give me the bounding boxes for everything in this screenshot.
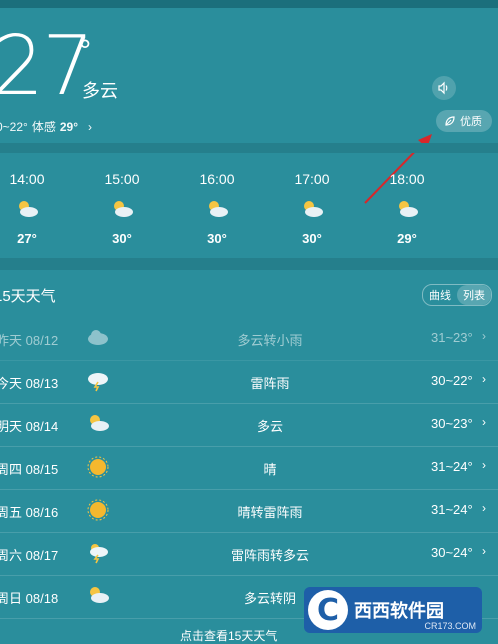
forecast-day: 明天 08/14 (0, 419, 59, 434)
view-toggle[interactable]: 曲线 列表 (422, 284, 492, 306)
forecast-range: 30~24° (431, 545, 473, 560)
hour-time: 15:00 (104, 171, 140, 187)
cloudy-icon (86, 327, 110, 350)
hour-temp: 29° (397, 231, 417, 246)
hour-time: 18:00 (389, 171, 425, 187)
section-divider (0, 258, 498, 270)
forecast-condition: 多云转小雨 (237, 333, 303, 348)
hour-temp: 30° (112, 231, 132, 246)
forecast-range: 31~24° (431, 459, 473, 474)
forecast-title: 15天天气 (0, 288, 56, 305)
toggle-list[interactable]: 列表 (457, 285, 491, 305)
top-bar (0, 0, 498, 8)
hour-temp: 30° (207, 231, 227, 246)
forecast-day: 昨天 08/12 (0, 333, 59, 348)
forecast-range: 30~22° (431, 373, 473, 388)
hour-time: 16:00 (199, 171, 235, 187)
forecast-range: 31~23° (431, 330, 473, 345)
hour-time: 14:00 (9, 171, 45, 187)
forecast-row[interactable]: 昨天 08/12 多云转小雨 31~23° › (0, 317, 498, 361)
forecast-condition: 晴转雷阵雨 (237, 505, 303, 520)
hourly-forecast[interactable]: 14:00 27° 15:00 30° 16:00 30° 17:00 30° … (0, 153, 498, 258)
sun-icon (86, 499, 110, 524)
view-15-day-link[interactable]: 点击查看15天天气 (180, 627, 277, 644)
watermark-url: CR173.COM (424, 621, 476, 631)
section-divider (0, 143, 498, 153)
temperature-range: 0~22° (0, 119, 28, 134)
chevron-right-icon: › (482, 458, 486, 472)
forecast-condition: 雷阵雨 (250, 376, 290, 391)
leaf-icon (445, 116, 455, 126)
forecast-range: 30~23° (431, 416, 473, 431)
forecast-day: 周五 08/16 (0, 505, 59, 520)
watermark-text: 西西软件园 (354, 601, 444, 621)
watermark-logo: C 西西软件园 CR173.COM (304, 587, 482, 633)
forecast-day: 周日 08/18 (0, 591, 59, 606)
forecast-row[interactable]: 周五 08/16 晴转雷阵雨 31~24° › (0, 489, 498, 533)
forecast-day: 周四 08/15 (0, 462, 59, 477)
feels-like-value: 29° (59, 119, 78, 134)
speaker-icon (438, 81, 448, 95)
chevron-right-icon: › (482, 372, 486, 386)
cloudy-icon (86, 585, 110, 608)
thunderstorm-icon (86, 542, 110, 567)
hour-temp: 27° (17, 231, 37, 246)
forecast-range: 31~24° (431, 502, 473, 517)
toggle-curve[interactable]: 曲线 (423, 285, 457, 305)
watermark-c-logo: C (308, 590, 348, 630)
forecast-row[interactable]: 周六 08/17 雷阵雨转多云 30~24° › (0, 532, 498, 576)
cloudy-sun-icon (395, 199, 419, 224)
forecast-day: 今天 08/13 (0, 376, 59, 391)
speaker-button[interactable] (432, 76, 456, 100)
air-quality-label: 优质 (460, 116, 482, 128)
cloudy-sun-icon (300, 199, 324, 224)
forecast-row[interactable]: 周四 08/15 晴 31~24° › (0, 446, 498, 490)
chevron-right-icon: › (88, 119, 92, 134)
chevron-right-icon: › (482, 501, 486, 515)
forecast-row[interactable]: 明天 08/14 多云 30~23° › (0, 403, 498, 447)
cloudy-sun-icon (15, 199, 39, 224)
feels-like-label: 体感 (31, 120, 56, 134)
forecast-condition: 晴 (263, 462, 277, 477)
chevron-right-icon: › (482, 415, 486, 429)
forecast-day: 周六 08/17 (0, 548, 59, 563)
current-condition: 多云 (82, 81, 118, 101)
chevron-right-icon: › (482, 544, 486, 558)
temperature-range-row[interactable]: 0~22° 体感 29° › (0, 118, 92, 135)
chevron-right-icon: › (482, 329, 486, 343)
sun-icon (86, 456, 110, 481)
cloudy-sun-icon (110, 199, 134, 224)
thunderstorm-icon (86, 370, 110, 395)
forecast-row[interactable]: 今天 08/13 雷阵雨 30~22° › (0, 360, 498, 404)
forecast-condition: 多云 (256, 419, 283, 434)
cloudy-icon (86, 413, 110, 436)
cloudy-sun-icon (205, 199, 229, 224)
forecast-condition: 雷阵雨转多云 (230, 548, 309, 563)
hour-temp: 30° (302, 231, 322, 246)
air-quality-badge[interactable]: 优质 (436, 110, 492, 132)
degree-symbol: ° (78, 34, 92, 67)
hour-time: 17:00 (294, 171, 330, 187)
